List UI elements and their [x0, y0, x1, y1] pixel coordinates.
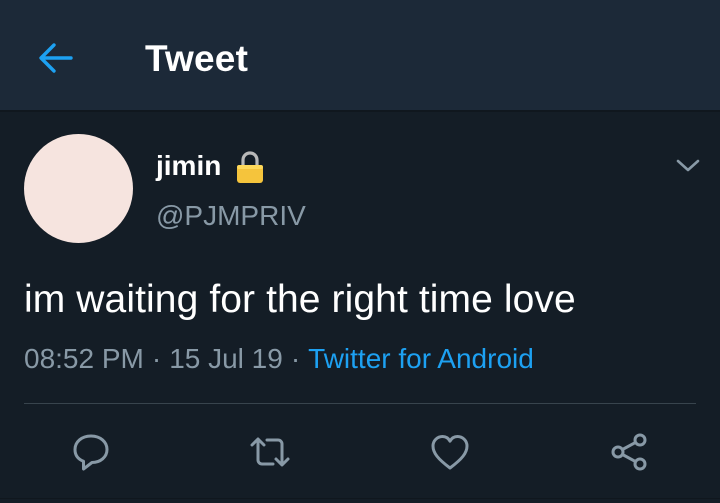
divider	[24, 403, 696, 404]
share-button[interactable]	[605, 428, 653, 476]
reply-icon	[73, 434, 109, 471]
app-bar: Tweet	[0, 0, 720, 112]
back-button[interactable]	[22, 24, 90, 92]
like-button[interactable]	[426, 428, 474, 476]
lock-icon	[237, 151, 263, 183]
meta-separator: ·	[290, 343, 301, 374]
display-name[interactable]: jimin	[156, 149, 221, 183]
tweet-detail-screen: Tweet jimin @PJMPRIV im waiting for the …	[0, 0, 720, 503]
username[interactable]: @PJMPRIV	[156, 199, 306, 233]
share-icon	[611, 433, 647, 471]
reply-button[interactable]	[67, 428, 115, 476]
chevron-down-icon	[676, 159, 700, 172]
tweet-source-link[interactable]: Twitter for Android	[308, 343, 534, 374]
heart-icon	[431, 435, 469, 470]
arrow-left-icon	[39, 43, 73, 73]
tweet-menu-button[interactable]	[668, 146, 708, 186]
retweet-button[interactable]	[246, 428, 294, 476]
meta-separator: ·	[151, 343, 162, 374]
tweet-text: im waiting for the right time love	[24, 278, 576, 321]
avatar[interactable]	[24, 134, 133, 243]
tweet-time: 08:52 PM	[24, 343, 144, 374]
tweet-date: 15 Jul 19	[169, 343, 283, 374]
page-title: Tweet	[145, 38, 249, 79]
tweet-meta: 08:52 PM · 15 Jul 19 · Twitter for Android	[24, 342, 534, 376]
retweet-icon	[250, 437, 290, 467]
divider	[0, 498, 720, 499]
